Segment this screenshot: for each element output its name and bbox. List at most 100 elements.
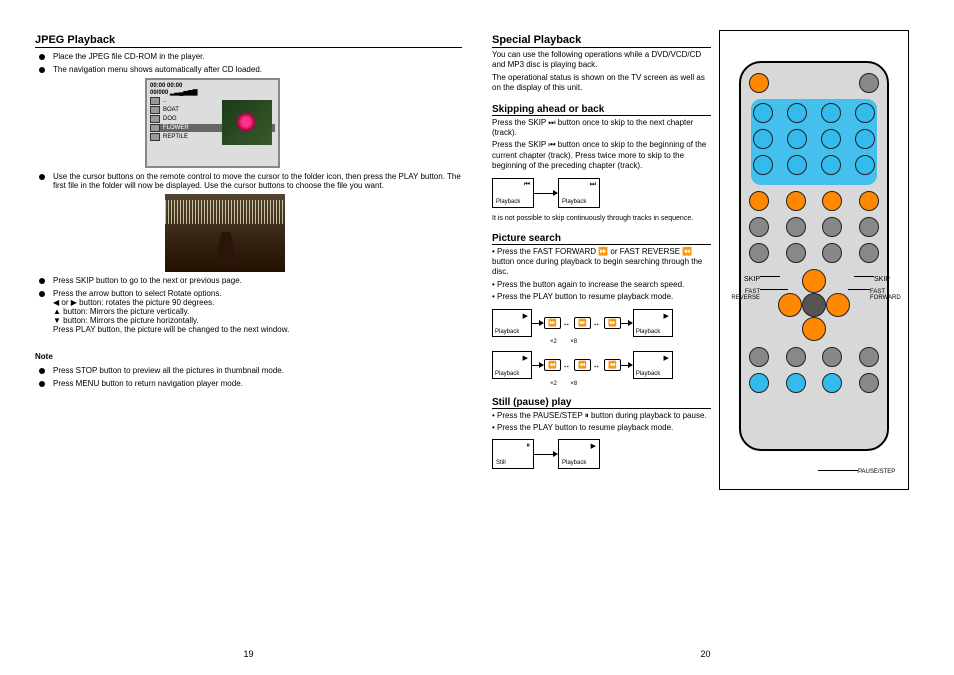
num-6-button[interactable] [787,129,807,149]
leader-line [848,289,870,290]
num-7-button[interactable] [821,129,841,149]
pause-step-button[interactable] [786,373,806,393]
box-play: ▶Playback [492,309,532,337]
intro-1: You can use the following operations whi… [492,50,711,71]
right-text-area: Special Playback You can use the followi… [492,30,719,665]
box-play: ▶Playback [633,351,673,379]
fn-button[interactable] [822,347,842,367]
sec-search-heading: Picture search [492,233,711,245]
num-3-button[interactable] [821,103,841,123]
browser-header: 00:00 00:0000/000 ▂▃▄▅▆▇ [150,83,275,96]
fn-button[interactable] [749,217,769,237]
note-menu: Press MENU button to return navigation p… [39,379,462,388]
right-heading: Special Playback [492,34,711,48]
direction-pad [778,269,850,341]
number-pad [751,99,877,185]
label-frev: FAST REVERSE [720,289,760,301]
box-play: ▶Playback [492,351,532,379]
fn-button[interactable] [749,243,769,263]
page-number-right: 20 [700,649,710,659]
fn-button[interactable] [786,217,806,237]
play-icon: ▶ [523,312,528,320]
ffwd-flow: ▶Playback ⏩ ‥ ⏩ ‥ ⏩ ▶Playback [492,309,711,337]
label-skip-r: SKIP [874,276,908,283]
goto-button[interactable] [855,155,875,175]
down-button[interactable] [802,317,826,341]
box-playback-1: ⏮ Playback [492,178,534,208]
up-button[interactable] [802,269,826,293]
left-bullets-mid: Use the cursor buttons on the remote con… [39,172,462,190]
label-pause: PAUSE/STEP [858,469,908,475]
fn-button[interactable] [822,217,842,237]
search-text-c: • Press the PLAY button to resume playba… [492,292,711,302]
fn-button[interactable] [786,347,806,367]
num-8-button[interactable] [855,129,875,149]
search-text-a: • Press the FAST FORWARD ⏩ or FAST REVER… [492,247,711,278]
dots: ‥ [564,318,571,327]
stop-button[interactable] [822,373,842,393]
bullet-nav-menu: The navigation menu shows automatically … [39,65,462,74]
num-4-button[interactable] [855,103,875,123]
frev-flow: ▶Playback ⏪ ‥ ⏪ ‥ ⏪ ▶Playback [492,351,711,379]
num-10plus-button[interactable] [821,155,841,175]
fn-button[interactable] [859,217,879,237]
eject-button[interactable] [859,73,879,93]
num-1-button[interactable] [753,103,773,123]
leader-line [854,276,874,277]
search-text-b: • Press the button again to increase the… [492,280,711,290]
left-bullets-top: Place the JPEG file CD-ROM in the player… [39,52,462,74]
leader-line [760,289,788,290]
remote-column: SKIP FAST REVERSE SKIP FAST FORWARD PAUS… [719,30,919,665]
num-2-button[interactable] [787,103,807,123]
skip-flow: ⏮ Playback ⏭ Playback [492,178,711,208]
fn-button[interactable] [822,243,842,263]
fn-button[interactable] [749,347,769,367]
num-9-button[interactable] [753,155,773,175]
left-button[interactable] [778,293,802,317]
enter-button[interactable] [802,293,826,317]
left-bullets-skip: Press SKIP button to go to the next or p… [39,276,462,334]
pause-icon: ⏸ [527,442,531,450]
bullet-cursor: Use the cursor buttons on the remote con… [39,172,462,190]
ffwd-step: ⏩ [604,317,621,329]
play-button[interactable] [749,373,769,393]
fn-button[interactable] [859,373,879,393]
skip-forward-button[interactable] [859,191,879,211]
preview-thumbnail [222,100,272,145]
page-number-left: 19 [243,649,253,659]
skip-back-text: Press the SKIP ⏮ button once to skip to … [492,140,711,171]
power-button[interactable] [749,73,769,93]
bullet-skip: Press SKIP button to go to the next or p… [39,276,462,285]
note-stop: Press STOP button to preview all the pic… [39,366,462,375]
intro-2: The operational status is shown on the T… [492,73,711,94]
fast-reverse-button[interactable] [786,191,806,211]
file-browser-screenshot: 00:00 00:0000/000 ▂▃▄▅▆▇ .. BOAT DOG FLO… [145,78,280,168]
skip-note: It is not possible to skip continuously … [492,214,711,223]
leader-line [818,470,858,471]
left-column: JPEG Playback Place the JPEG file CD-ROM… [20,30,477,665]
frev-step: ⏪ [574,359,591,371]
fast-forward-button[interactable] [822,191,842,211]
bullet-insert-cd: Place the JPEG file CD-ROM in the player… [39,52,462,61]
num-0-button[interactable] [787,155,807,175]
label-ffwd: FAST FORWARD [870,289,908,301]
speed-labels: ×2 ×8 [550,339,711,345]
sample-photo [165,194,285,272]
remote-frame: SKIP FAST REVERSE SKIP FAST FORWARD PAUS… [719,30,909,490]
remote-control [739,61,889,451]
skip-fwd-icon: ⏭ [590,181,596,189]
fn-button[interactable] [859,347,879,367]
skip-back-button[interactable] [749,191,769,211]
note-heading: Note [35,352,462,362]
sec-skip-heading: Skipping ahead or back [492,104,711,116]
page-spread: JPEG Playback Place the JPEG file CD-ROM… [0,0,954,675]
right-button[interactable] [826,293,850,317]
num-5-button[interactable] [753,129,773,149]
play-icon: ▶ [523,354,528,362]
speed-labels: ×2 ×8 [550,381,711,387]
skip-back-icon: ⏮ [524,181,530,189]
fn-button[interactable] [859,243,879,263]
fn-button[interactable] [786,243,806,263]
folder-icon [150,97,160,105]
play-icon: ▶ [663,312,668,320]
